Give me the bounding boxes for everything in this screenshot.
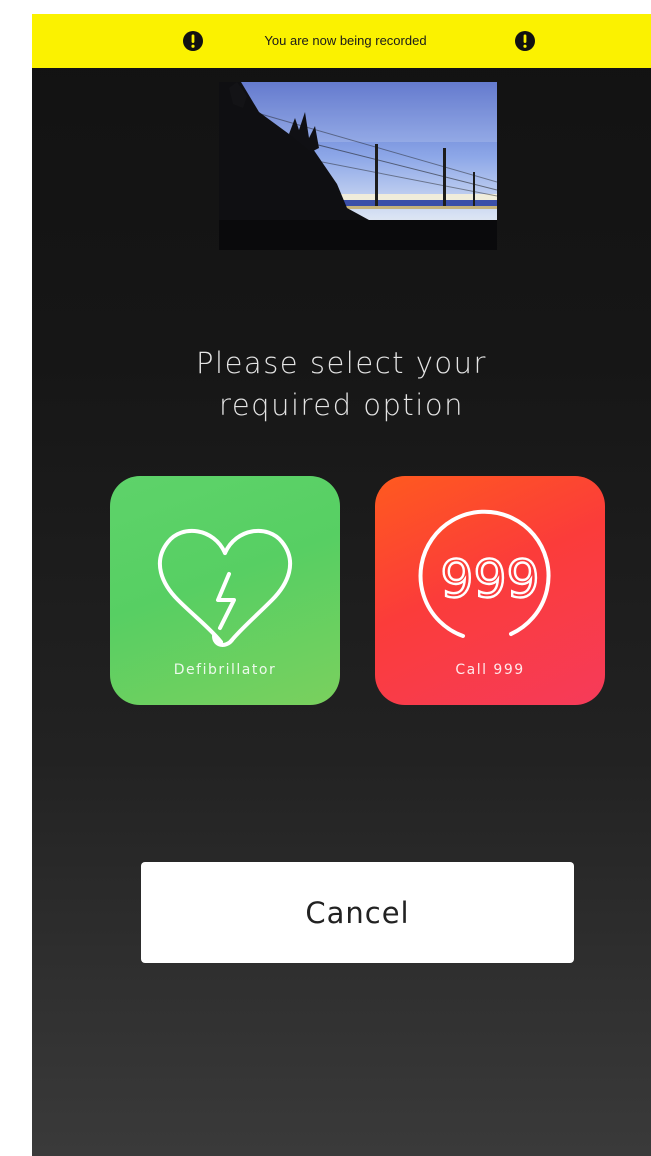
defibrillator-label: Defibrillator xyxy=(173,662,277,678)
call-999-button[interactable]: 999 Call 999 xyxy=(375,476,605,705)
recording-notice-text: You are now being recorded xyxy=(264,33,427,48)
selection-prompt: Please select your required option xyxy=(32,342,651,426)
camera-preview xyxy=(219,82,497,250)
camera-feed-image xyxy=(219,82,497,250)
recording-banner: You are now being recorded xyxy=(32,14,651,68)
call-999-label: Call 999 xyxy=(455,662,525,678)
app-screen: You are now being recorded Please select… xyxy=(32,14,651,1156)
exclamation-circle-icon xyxy=(515,31,535,51)
defibrillator-button[interactable]: Defibrillator xyxy=(110,476,340,705)
prompt-line-2: required option xyxy=(219,388,464,422)
prompt-line-1: Please select your xyxy=(196,346,487,380)
cancel-button[interactable]: Cancel xyxy=(141,862,574,963)
999-glyph-text: 999 xyxy=(440,550,539,610)
